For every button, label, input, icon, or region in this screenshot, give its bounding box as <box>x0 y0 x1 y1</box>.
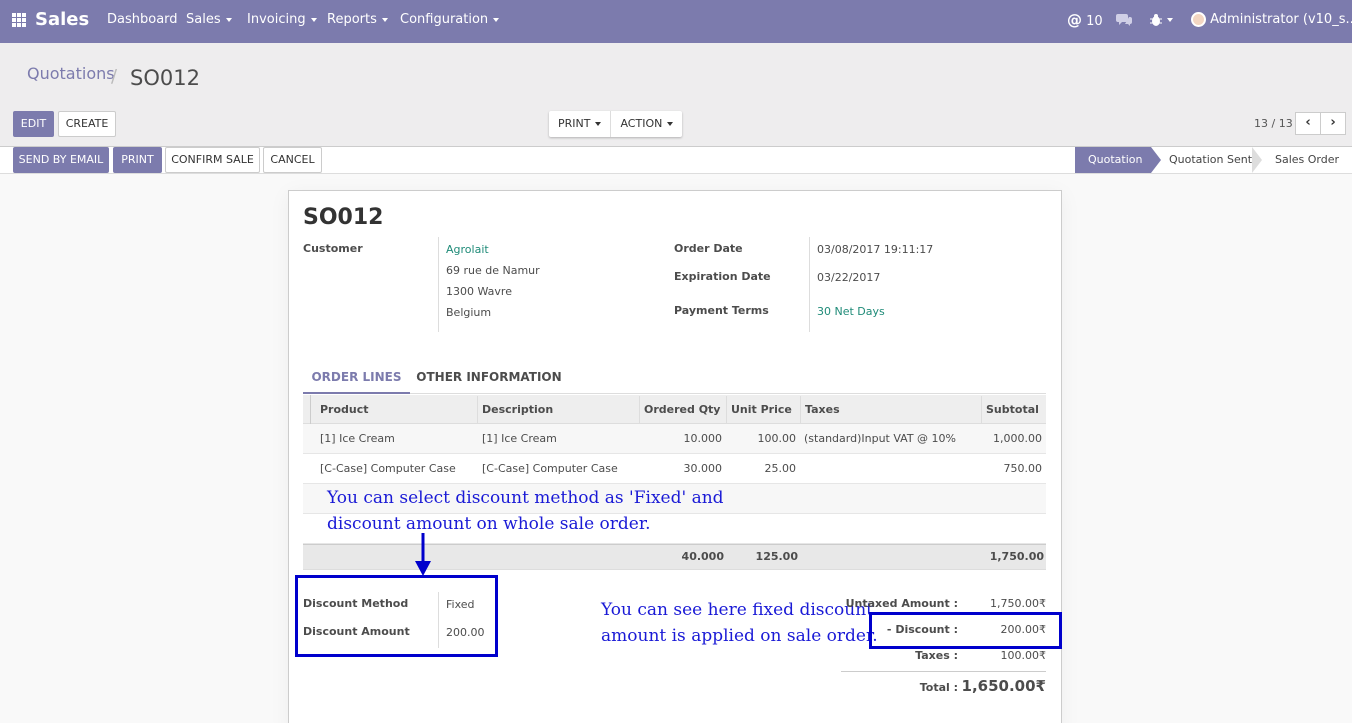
caret-down-icon <box>225 17 232 22</box>
column-header-description[interactable]: Description <box>482 396 553 423</box>
footer-price: 125.00 <box>755 550 798 563</box>
action-dropdown[interactable]: ACTION <box>610 111 682 137</box>
order-date-value: 03/08/2017 19:11:17 <box>817 243 934 256</box>
untaxed-amount-label: Untaxed Amount : <box>845 597 958 610</box>
totals-divider <box>841 671 1046 672</box>
stage-quotation[interactable]: Quotation <box>1075 147 1151 173</box>
caret-down-icon <box>667 122 674 126</box>
cell-description: [C-Case] Computer Case <box>482 462 618 475</box>
cell-product: [C-Case] Computer Case <box>320 462 456 475</box>
menu-configuration[interactable]: Configuration <box>400 0 500 43</box>
avatar <box>1191 12 1206 27</box>
annotation-right-line2: amount is applied on sale order. <box>601 626 878 646</box>
customer-label: Customer <box>303 242 363 255</box>
debug-bug-icon[interactable] <box>1150 0 1173 43</box>
chevron-left-icon: ‹ <box>1305 115 1311 130</box>
column-header-taxes[interactable]: Taxes <box>805 396 840 423</box>
cell-product: [1] Ice Cream <box>320 432 395 445</box>
footer-qty: 40.000 <box>681 550 724 563</box>
address-line: 1300 Wavre <box>446 285 512 298</box>
cell-qty: 10.000 <box>683 432 723 445</box>
annotation-arrow-down-icon <box>415 533 431 576</box>
caret-down-icon <box>493 17 500 22</box>
column-header-product[interactable]: Product <box>320 396 369 423</box>
divider <box>438 237 439 332</box>
cell-qty: 30.000 <box>683 462 723 475</box>
cell-subtotal: 1,000.00 <box>993 432 1042 445</box>
annotation-left-line2: discount amount on whole sale order. <box>327 514 651 534</box>
user-menu[interactable]: Administrator (v10_s... <box>1191 0 1352 43</box>
caret-down-icon <box>381 17 388 22</box>
chevron-right-icon: › <box>1330 115 1336 130</box>
stage-quotation-sent[interactable]: Quotation Sent <box>1149 147 1252 173</box>
stage-sales-order[interactable]: Sales Order <box>1255 147 1352 173</box>
cell-price: 25.00 <box>764 462 797 475</box>
edit-button[interactable]: EDIT <box>13 111 54 137</box>
menu-sales[interactable]: Sales <box>186 0 232 43</box>
column-header-subtotal[interactable]: Subtotal <box>986 396 1039 423</box>
breadcrumb-quotations[interactable]: Quotations <box>27 64 115 83</box>
caret-down-icon <box>595 122 602 126</box>
send-by-email-button[interactable]: SEND BY EMAIL <box>13 147 109 173</box>
cell-subtotal: 750.00 <box>1003 462 1043 475</box>
payment-terms-label: Payment Terms <box>674 304 769 317</box>
address-line: 69 rue de Namur <box>446 264 540 277</box>
highlight-box-discount-fields <box>295 575 498 657</box>
caret-down-icon <box>1167 17 1173 22</box>
cell-taxes: (standard)Input VAT @ 10% <box>804 432 957 445</box>
chat-icon[interactable] <box>1116 0 1132 43</box>
column-header-ordered-qty[interactable]: Ordered Qty <box>644 396 720 423</box>
divider <box>310 395 311 424</box>
tab-other-information[interactable]: OTHER INFORMATION <box>410 362 568 394</box>
cancel-button[interactable]: CANCEL <box>263 147 322 173</box>
payment-terms-link[interactable]: 30 Net Days <box>817 305 885 318</box>
order-title: SO012 <box>303 205 384 230</box>
print-dropdown[interactable]: PRINT <box>549 111 610 137</box>
pager-value: 13 / 13 <box>1254 117 1293 130</box>
create-button[interactable]: CREATE <box>58 111 116 137</box>
expiration-date-value: 03/22/2017 <box>817 271 881 284</box>
address-line: Belgium <box>446 306 492 319</box>
taxes-value: 100.00₹ <box>1000 649 1047 662</box>
divider <box>639 396 640 423</box>
divider <box>809 237 810 332</box>
column-header-unit-price[interactable]: Unit Price <box>731 396 792 423</box>
pager-next-button[interactable]: › <box>1320 112 1346 135</box>
caret-down-icon <box>310 17 317 22</box>
total-value: 1,650.00₹ <box>961 677 1046 695</box>
breadcrumb-separator: / <box>111 66 118 87</box>
order-date-label: Order Date <box>674 242 743 255</box>
footer-subtotal: 1,750.00 <box>989 550 1044 563</box>
mentions-button[interactable]: @ 10 <box>1067 0 1103 43</box>
menu-invoicing[interactable]: Invoicing <box>247 0 317 43</box>
print-action-group: PRINT ACTION <box>549 111 683 137</box>
total-label: Total : <box>919 681 958 694</box>
divider <box>800 396 801 423</box>
divider <box>981 396 982 423</box>
confirm-sale-button[interactable]: CONFIRM SALE <box>165 147 260 173</box>
app-brand[interactable]: Sales <box>35 0 89 43</box>
breadcrumb-current: SO012 <box>130 66 200 90</box>
menu-reports[interactable]: Reports <box>327 0 388 43</box>
untaxed-amount-value: 1,750.00₹ <box>990 597 1046 610</box>
taxes-label: Taxes : <box>915 649 958 662</box>
highlight-box-discount-total <box>869 612 1062 649</box>
customer-link[interactable]: Agrolait <box>446 243 489 256</box>
apps-grid-icon[interactable] <box>12 13 26 27</box>
cell-description: [1] Ice Cream <box>482 432 557 445</box>
divider <box>477 396 478 423</box>
top-navbar: Sales Dashboard Sales Invoicing Reports … <box>0 0 1352 43</box>
tab-order-lines[interactable]: ORDER LINES <box>303 362 410 394</box>
annotation-left-line1: You can select discount method as 'Fixed… <box>327 488 724 508</box>
at-icon: @ <box>1067 11 1082 29</box>
annotation-right-line1: You can see here fixed discount <box>601 600 873 620</box>
cell-price: 100.00 <box>757 432 797 445</box>
expiration-date-label: Expiration Date <box>674 270 771 283</box>
print-button[interactable]: PRINT <box>113 147 162 173</box>
pager-previous-button[interactable]: ‹ <box>1295 112 1321 135</box>
menu-dashboard[interactable]: Dashboard <box>107 0 178 43</box>
divider <box>726 396 727 423</box>
